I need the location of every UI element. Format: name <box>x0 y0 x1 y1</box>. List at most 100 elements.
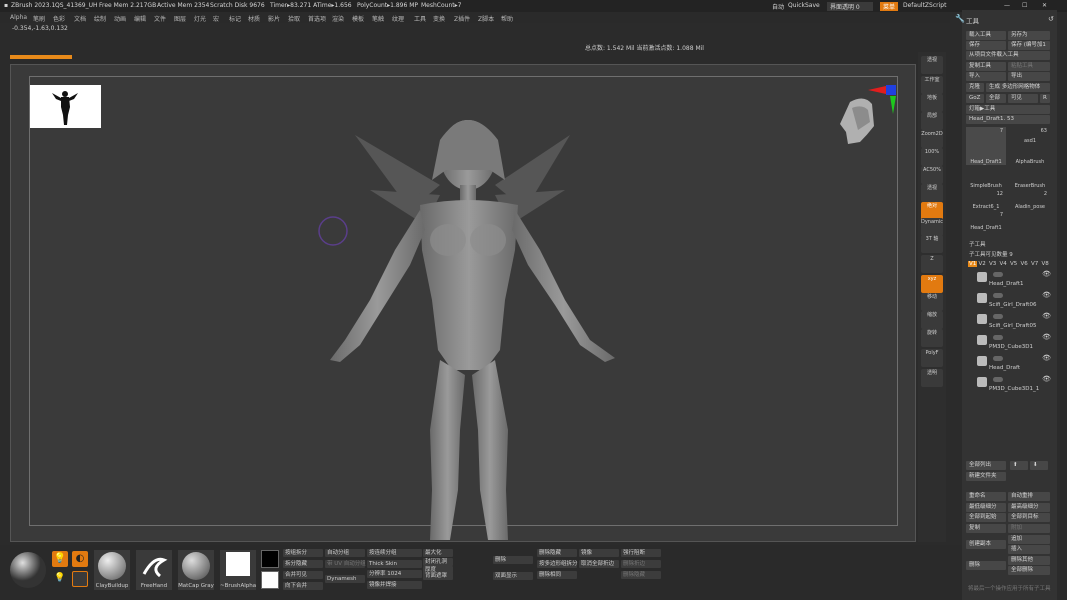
menu-10[interactable]: 宏 <box>213 14 219 23</box>
subtool-toggle[interactable] <box>993 272 1003 277</box>
col1-button[interactable]: 向下合并 <box>283 582 323 590</box>
menu-4[interactable]: 绘制 <box>94 14 106 23</box>
col3b-button[interactable]: 封闭孔洞 <box>423 558 453 566</box>
menu-2[interactable]: 色彩 <box>53 14 65 23</box>
close-icon[interactable]: ✕ <box>1042 2 1047 9</box>
tool-tile[interactable]: 12 Extract6_1 <box>966 190 1006 210</box>
version-tab[interactable]: V3 <box>989 261 996 267</box>
save-button[interactable]: 保存 <box>966 41 1006 50</box>
version-tab[interactable]: V6 <box>1021 261 1028 267</box>
primary-color-swatch[interactable] <box>261 550 279 568</box>
save-as-button[interactable]: 另存为 <box>1008 31 1050 40</box>
menu-1[interactable]: 笔刷 <box>33 14 45 23</box>
subtool-row[interactable]: 👁 Scifi_Girl_Draft05 <box>975 312 1053 332</box>
menu-0[interactable]: Alpha <box>10 14 27 21</box>
all-low-button[interactable]: 全部到起始 <box>966 513 1006 522</box>
stroke-freehand-icon[interactable]: FreeHand <box>136 550 172 590</box>
panel-reset-icon[interactable]: ↺ <box>1048 15 1054 23</box>
col3-button[interactable]: 镜像并焊接 <box>367 581 422 589</box>
auto-reorder-button[interactable]: 自动重排 <box>1008 492 1050 501</box>
shelf-button-12[interactable]: xyz <box>921 275 943 293</box>
menu-button[interactable]: 菜单 <box>880 2 899 11</box>
version-tab[interactable]: V8 <box>1042 261 1049 267</box>
menu-19[interactable]: 纹理 <box>392 14 404 23</box>
shelf-button-7[interactable]: 透视 <box>921 184 943 202</box>
subtool-row[interactable]: 👁 PM3D_Cube3D1_1 <box>975 375 1053 395</box>
sculpt-model[interactable] <box>300 100 640 545</box>
shelf-button-16[interactable]: PolyF <box>921 349 943 367</box>
col3-button[interactable]: 按连续分组 <box>367 549 422 557</box>
export-button[interactable]: 导出 <box>1008 72 1050 81</box>
secondary-color-swatch[interactable] <box>261 571 279 589</box>
col6-button[interactable]: 取消全部折边 <box>579 560 619 568</box>
light-bulb-icon[interactable]: 💡 <box>54 573 65 583</box>
col2-button[interactable]: Dynamesh <box>325 575 365 583</box>
col4-button[interactable]: 双面显示 <box>493 572 533 580</box>
all-high-button[interactable]: 全部到目标 <box>1008 513 1050 522</box>
append-button[interactable]: 附加 <box>1008 524 1050 533</box>
col3-button[interactable]: 分辨率 1024 <box>367 570 422 578</box>
col4-button[interactable]: 删除 <box>493 556 533 564</box>
version-tab[interactable]: V7 <box>1031 261 1038 267</box>
version-tab[interactable]: V4 <box>1000 261 1007 267</box>
col3-button[interactable]: Thick Skin <box>367 560 422 568</box>
list-all-button[interactable]: 全部列出 <box>966 461 1006 470</box>
visibility-eye-icon[interactable]: 👁 <box>1042 291 1051 299</box>
rename-button[interactable]: 重命名 <box>966 492 1006 501</box>
shelf-button-4[interactable]: Zoom2D <box>921 130 943 148</box>
menu-9[interactable]: 灯光 <box>194 14 206 23</box>
visibility-eye-icon[interactable]: 👁 <box>1042 312 1051 320</box>
move-down-button[interactable]: ⬇ <box>1030 461 1048 470</box>
current-tool-slider[interactable]: Head_Draft1. 53 <box>966 115 1050 124</box>
load-from-project-button[interactable]: 从项目文件载入工具 <box>966 51 1050 60</box>
material-sphere-icon[interactable] <box>8 550 48 590</box>
create-copy-button[interactable]: 创建副本 <box>966 540 1006 549</box>
matcap-gray-icon[interactable]: MatCap Gray <box>178 550 214 590</box>
shelf-button-9[interactable]: Dynamic <box>921 218 943 236</box>
col6-button[interactable]: 镜像 <box>579 549 619 557</box>
menu-21[interactable]: 变换 <box>433 14 445 23</box>
subtool-toggle[interactable] <box>993 314 1003 319</box>
tool-tile[interactable]: 2 Aladin_pose <box>1010 190 1050 210</box>
tool-tile[interactable]: SimpleBrush <box>966 169 1006 189</box>
version-tab[interactable]: V5 <box>1010 261 1017 267</box>
menu-8[interactable]: 图层 <box>174 14 186 23</box>
shelf-button-0[interactable]: 透视 <box>921 56 943 74</box>
menu-5[interactable]: 动画 <box>114 14 126 23</box>
delete-button[interactable]: 删除 <box>966 561 1006 570</box>
tool-tile[interactable]: 7 Head_Draft1 <box>966 127 1006 165</box>
insert-button[interactable]: 插入 <box>1008 545 1050 554</box>
visibility-eye-icon[interactable]: 👁 <box>1042 354 1051 362</box>
menu-16[interactable]: 渲染 <box>332 14 344 23</box>
version-tab[interactable]: V1 <box>968 261 978 267</box>
shelf-button-10[interactable]: 3T 轴 <box>921 235 943 253</box>
visibility-eye-icon[interactable]: 👁 <box>1042 333 1051 341</box>
col2-button[interactable]: 自动分组 <box>325 549 365 557</box>
import-button[interactable]: 导入 <box>966 72 1006 81</box>
col3b-button[interactable]: 最大化 <box>423 549 453 557</box>
brush-alpha-icon[interactable]: ~BrushAlpha <box>220 550 256 590</box>
duplicate-button[interactable]: 复制 <box>966 524 1006 533</box>
delete-other-button[interactable]: 删除其他 <box>1008 556 1050 565</box>
col3b-button[interactable]: 背面遮罩 <box>423 572 453 580</box>
menu-14[interactable]: 拾取 <box>288 14 300 23</box>
col1-button[interactable]: 拆分隐藏 <box>283 560 323 568</box>
col7-button[interactable]: 删除折边 <box>621 560 661 568</box>
goz-r-button[interactable]: R <box>1040 94 1050 103</box>
load-tool-button[interactable]: 载入工具 <box>966 31 1006 40</box>
shelf-button-2[interactable]: 地板 <box>921 94 943 112</box>
texture-swatch-icon[interactable] <box>72 571 88 587</box>
stroke-mode-icon[interactable]: ◐ <box>72 551 88 567</box>
subtool-toggle[interactable] <box>993 335 1003 340</box>
menu-6[interactable]: 编辑 <box>134 14 146 23</box>
clone-button[interactable]: 克隆 <box>966 83 984 92</box>
tool-tile[interactable]: 7 Head_Draft1 <box>966 211 1006 231</box>
light-icon[interactable]: 💡 <box>52 551 68 567</box>
shelf-button-5[interactable]: 100% <box>921 148 943 166</box>
menu-13[interactable]: 影片 <box>268 14 280 23</box>
shelf-button-14[interactable]: 缩放 <box>921 311 943 329</box>
quicksave-button[interactable]: QuickSave <box>788 2 820 9</box>
col5-button[interactable]: 删除相同 <box>537 571 577 579</box>
col2-button[interactable]: 带 UV 自动分组 <box>325 560 366 568</box>
shelf-button-11[interactable]: Z <box>921 255 943 273</box>
